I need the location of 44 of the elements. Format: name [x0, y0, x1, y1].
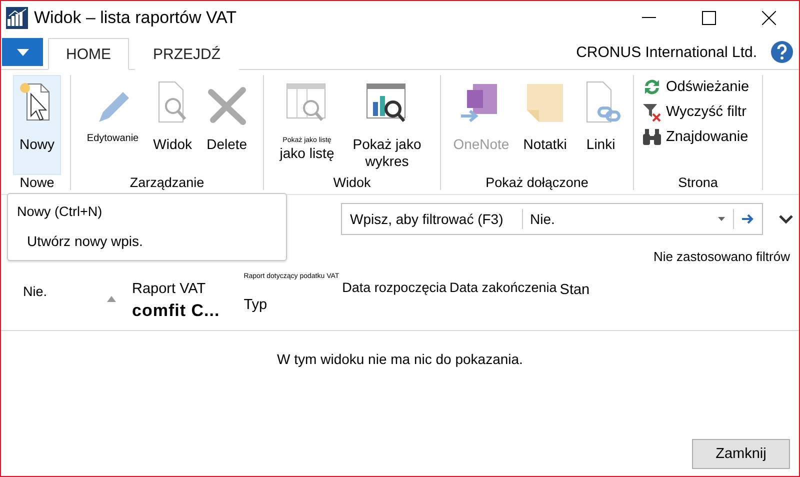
company-name: CRONUS International Ltd.: [576, 44, 757, 61]
refresh-icon: [642, 77, 662, 97]
close-icon: [762, 11, 776, 25]
ribbon-button[interactable]: Delete: [202, 75, 252, 175]
ribbon-button[interactable]: Znajdowanie: [642, 125, 750, 149]
group-title: Pokaż dołączone: [486, 175, 588, 190]
group-title: Nowe: [20, 175, 54, 190]
group-title: Strona: [678, 175, 718, 190]
window-title: Widok – lista raportów VAT: [34, 8, 238, 28]
maximize-icon: [702, 11, 716, 25]
tooltip-title: Nowy (Ctrl+N): [17, 204, 104, 219]
app-menu-button[interactable]: [2, 38, 43, 66]
ribbon-tab[interactable]: HOME: [48, 38, 129, 70]
app-logo-icon: [6, 7, 28, 29]
empty-message: W tym widoku nie ma nic do pokazania.: [276, 351, 524, 367]
chevron-down-icon: [779, 214, 793, 224]
delete-cross-icon: [206, 86, 247, 126]
sort-ascending-icon: [107, 296, 116, 302]
close-dialog-button[interactable]: Zamknij: [692, 439, 790, 469]
expand-button[interactable]: [779, 214, 793, 224]
dropdown-triangle-icon: [16, 48, 28, 56]
ribbon-button[interactable]: Widok: [148, 75, 197, 175]
column-header[interactable]: Data rozpoczęcia: [342, 280, 446, 295]
binoculars-icon: [642, 127, 662, 147]
column-header[interactable]: Typ: [244, 297, 340, 313]
column-filter-value: comfit C...: [132, 301, 220, 321]
column-header[interactable]: Data zakończenia: [449, 280, 557, 295]
ribbon-button[interactable]: Notatki: [519, 75, 571, 175]
column-header[interactable]: Nie.: [23, 284, 48, 302]
minimize-icon: [642, 17, 656, 19]
ribbon-button[interactable]: Odświeżanie: [642, 75, 750, 99]
column-header[interactable]: Raport VAT: [132, 281, 220, 297]
group-title: Widok: [333, 175, 371, 190]
ribbon-button[interactable]: Nowy: [13, 75, 61, 175]
clear-filter-icon: [642, 102, 662, 122]
group-title: Zarządzanie: [130, 175, 204, 190]
tooltip-description: Utwórz nowy wpis.: [26, 233, 144, 249]
ribbon-button[interactable]: Pokaż jako wykres: [345, 75, 429, 175]
ribbon-button[interactable]: Wyczyść filtr: [642, 100, 750, 124]
ribbon-button[interactable]: Edytowanie: [82, 75, 143, 175]
filter-status: Nie zastosowano filtrów: [653, 249, 790, 264]
ribbon-button[interactable]: Linki: [576, 75, 625, 175]
column-header[interactable]: Stan: [560, 282, 590, 298]
help-icon[interactable]: [771, 41, 793, 63]
